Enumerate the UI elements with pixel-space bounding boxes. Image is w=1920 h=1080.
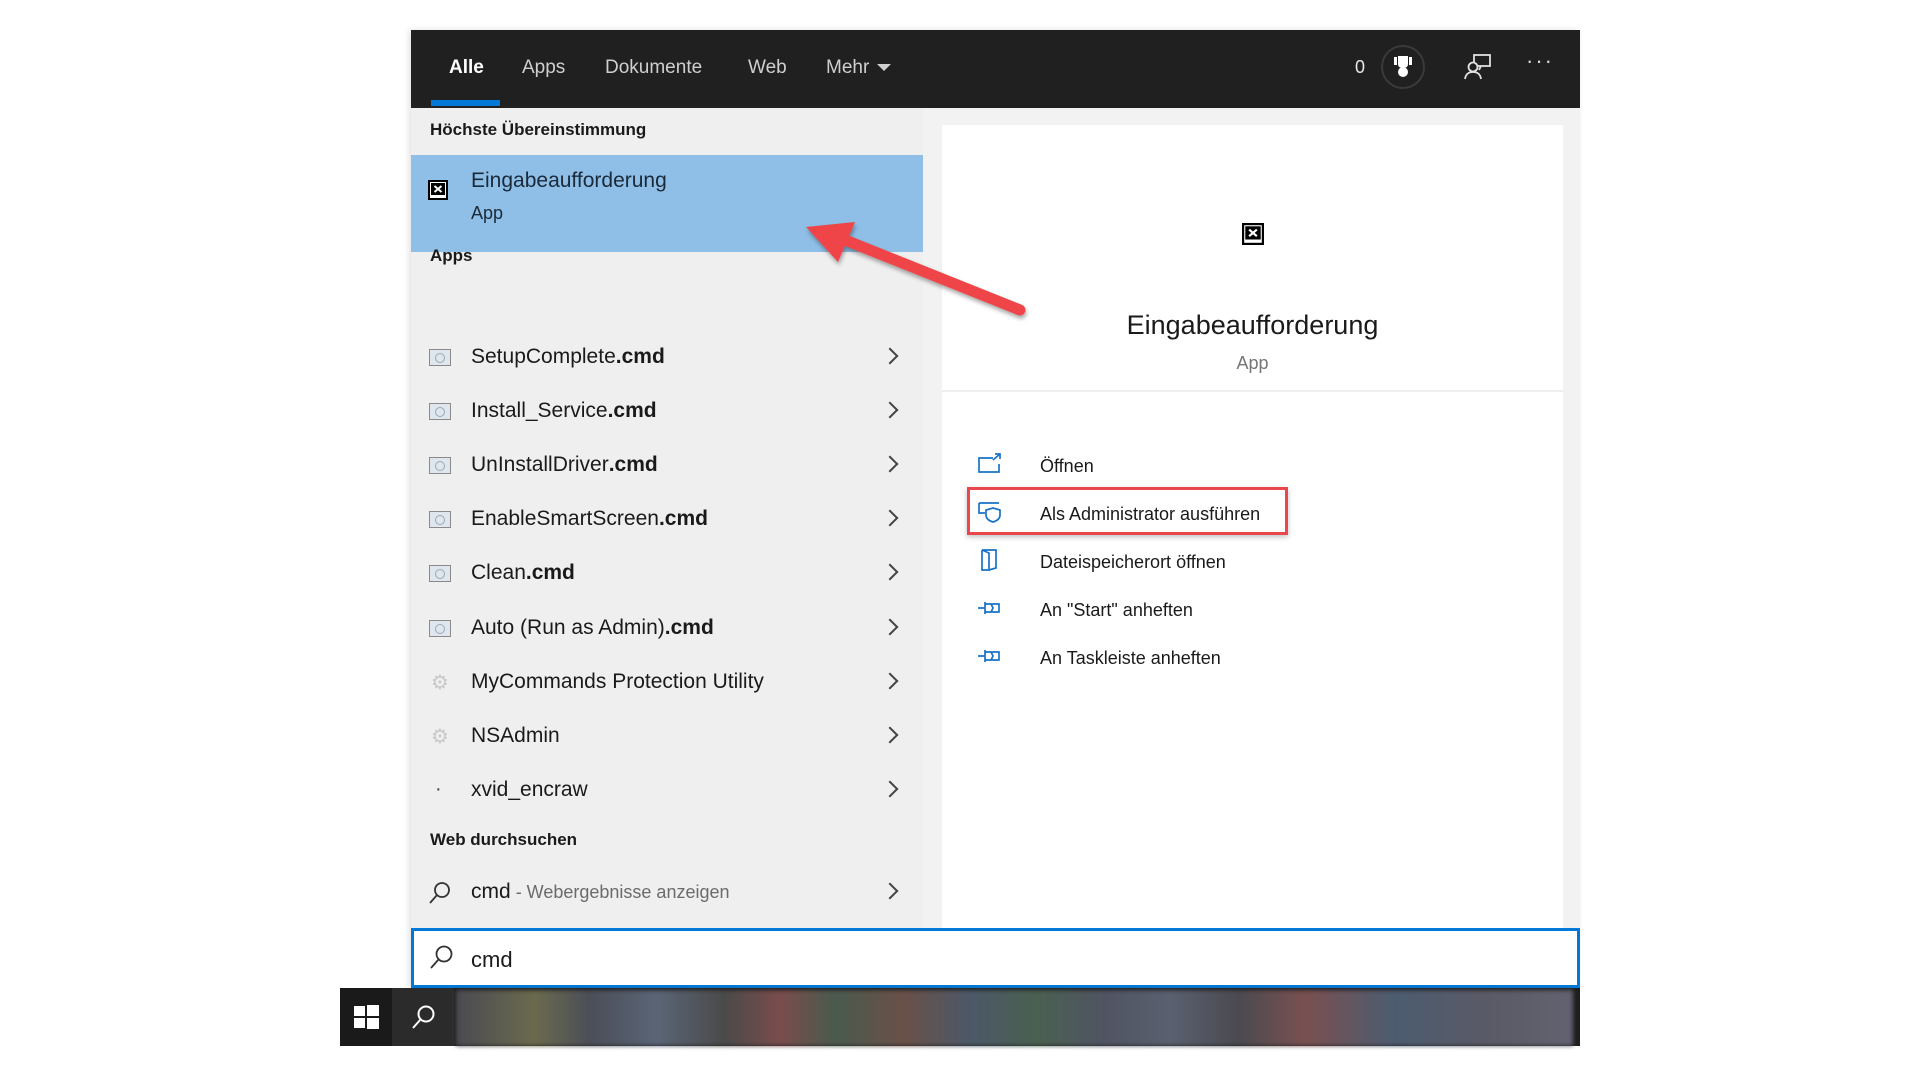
- tab-apps[interactable]: Apps: [522, 57, 565, 79]
- script-icon: [429, 457, 451, 474]
- best-match-item[interactable]: Eingabeaufforderung App: [411, 155, 923, 252]
- app-list-item[interactable]: Auto (Run as Admin).cmd: [411, 604, 923, 654]
- trophy-glyph: [1394, 56, 1412, 77]
- app-name: Clean.cmd: [471, 561, 575, 584]
- action-label: Dateispeicherort öffnen: [1040, 552, 1226, 572]
- web-search-label: cmd - Webergebnisse anzeigen: [471, 880, 730, 903]
- action-pin-taskbar[interactable]: An Taskleiste anheften: [977, 638, 1377, 678]
- script-icon: [429, 511, 451, 528]
- taskbar-search-button[interactable]: [392, 988, 454, 1046]
- active-tab-indicator: [431, 100, 500, 106]
- best-match-title: Eingabeaufforderung: [471, 169, 667, 192]
- chevron-right-icon[interactable]: [881, 618, 899, 636]
- taskbar-pinned-apps-blurred: [456, 990, 1573, 1046]
- action-open[interactable]: Öffnen: [977, 446, 1377, 486]
- preview-subtitle: App: [1236, 353, 1269, 373]
- more-options-button[interactable]: ···: [1526, 48, 1554, 74]
- divider: [942, 390, 1563, 392]
- app-icon: ⚙: [431, 726, 449, 748]
- app-name: EnableSmartScreen.cmd: [471, 507, 708, 530]
- dot-icon: ·: [435, 778, 442, 800]
- app-name: UnInstallDriver.cmd: [471, 453, 658, 476]
- script-icon: [429, 565, 451, 582]
- search-icon: [430, 945, 453, 969]
- action-pin-start[interactable]: An "Start" anheften: [977, 590, 1377, 630]
- action-open-file-location[interactable]: Dateispeicherort öffnen: [977, 542, 1377, 582]
- script-icon: [429, 403, 451, 420]
- script-icon: [429, 349, 451, 366]
- search-icon: [429, 882, 450, 904]
- command-prompt-icon: [428, 180, 448, 200]
- chevron-right-icon[interactable]: [881, 780, 899, 798]
- chevron-right-icon[interactable]: [881, 455, 899, 473]
- app-name: SetupComplete.cmd: [471, 345, 665, 368]
- app-list-item[interactable]: Clean.cmd: [411, 549, 923, 599]
- app-list-item[interactable]: ⚙ NSAdmin: [411, 712, 923, 762]
- action-label: An "Start" anheften: [1040, 600, 1193, 620]
- tab-mehr-label: Mehr: [826, 57, 870, 78]
- chevron-right-icon[interactable]: [881, 509, 899, 527]
- start-button[interactable]: [340, 988, 392, 1046]
- caret-down-icon: [877, 64, 892, 72]
- search-scope-bar: Alle Apps Dokumente Web Mehr 0 ···: [411, 30, 1580, 108]
- chevron-right-icon[interactable]: [881, 347, 899, 365]
- feedback-icon[interactable]: [1463, 52, 1493, 82]
- preview-title: Eingabeaufforderung: [1126, 310, 1379, 340]
- app-name: Auto (Run as Admin).cmd: [471, 616, 714, 639]
- chevron-right-icon[interactable]: [881, 672, 899, 690]
- annotation-highlight-box: [967, 487, 1288, 535]
- script-icon: [429, 620, 451, 637]
- chevron-right-icon[interactable]: [881, 882, 899, 900]
- tab-mehr[interactable]: Mehr: [826, 57, 892, 79]
- trophy-icon[interactable]: [1381, 45, 1425, 89]
- chevron-right-icon[interactable]: [881, 563, 899, 581]
- best-match-subtitle: App: [471, 203, 504, 223]
- command-prompt-icon: [1242, 223, 1264, 245]
- feedback-glyph: [1464, 54, 1491, 80]
- app-list-item[interactable]: ⚙ MyCommands Protection Utility: [411, 658, 923, 708]
- file-location-icon: [981, 549, 997, 571]
- chevron-right-icon[interactable]: [881, 401, 899, 419]
- apps-header: Apps: [430, 246, 473, 265]
- action-label: An Taskleiste anheften: [1040, 648, 1221, 668]
- app-list-item[interactable]: EnableSmartScreen.cmd: [411, 495, 923, 545]
- chevron-right-icon[interactable]: [881, 726, 899, 744]
- web-search-item[interactable]: cmd - Webergebnisse anzeigen: [411, 868, 923, 918]
- app-list-item[interactable]: Install_Service.cmd: [411, 387, 923, 437]
- rewards-points: 0: [1355, 57, 1366, 77]
- app-name: Install_Service.cmd: [471, 399, 657, 422]
- search-box[interactable]: [411, 928, 1580, 988]
- windows-logo-icon: [354, 1005, 379, 1029]
- app-list-item[interactable]: UnInstallDriver.cmd: [411, 441, 923, 491]
- app-icon: ⚙: [431, 672, 449, 694]
- taskbar: [340, 988, 1580, 1046]
- app-list-item[interactable]: SetupComplete.cmd: [411, 333, 923, 383]
- app-name: NSAdmin: [471, 724, 560, 747]
- tab-dokumente[interactable]: Dokumente: [605, 57, 702, 79]
- action-label: Öffnen: [1040, 456, 1094, 476]
- search-flyout: Alle Apps Dokumente Web Mehr 0 ··· Höchs…: [411, 30, 1580, 988]
- pin-icon: [978, 650, 1000, 662]
- pin-icon: [978, 602, 1000, 614]
- search-input[interactable]: [469, 939, 1473, 981]
- tab-web[interactable]: Web: [748, 57, 787, 79]
- app-name: MyCommands Protection Utility: [471, 670, 764, 693]
- app-name: xvid_encraw: [471, 778, 588, 801]
- open-icon: [978, 453, 1001, 473]
- tab-alle[interactable]: Alle: [449, 57, 484, 79]
- best-match-header: Höchste Übereinstimmung: [430, 120, 647, 139]
- web-search-header: Web durchsuchen: [430, 830, 578, 849]
- app-list-item[interactable]: · xvid_encraw: [411, 766, 923, 816]
- search-icon: [412, 1005, 435, 1029]
- results-pane: Höchste Übereinstimmung Eingabeaufforder…: [411, 108, 923, 928]
- preview-pane: Eingabeaufforderung App Öffnen Als Admin…: [942, 125, 1563, 928]
